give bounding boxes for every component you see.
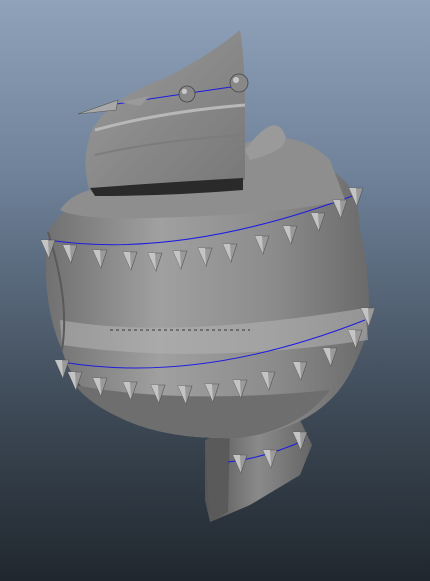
stud	[178, 85, 196, 103]
top-head	[85, 30, 246, 196]
stud-highlight	[181, 88, 187, 95]
3d-viewport[interactable]	[0, 0, 430, 581]
stud	[229, 73, 249, 93]
stud-highlight	[233, 77, 239, 83]
viewport-canvas	[40, 30, 376, 522]
